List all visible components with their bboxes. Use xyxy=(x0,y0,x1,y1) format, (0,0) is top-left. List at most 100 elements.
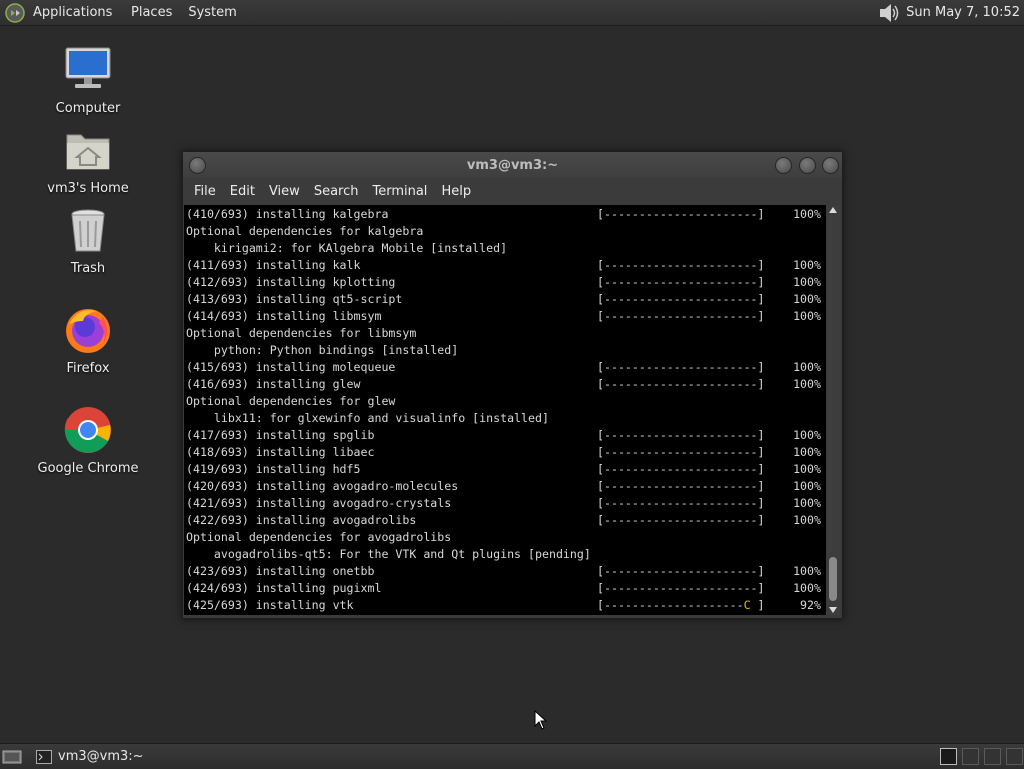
scroll-up-arrow-icon[interactable] xyxy=(829,207,837,213)
terminal-line: (413/693) installing qt5-script [--------… xyxy=(186,291,824,308)
terminal-line-text: (425/693) installing vtk xyxy=(186,598,354,612)
progress-bar-text: [----------------------] xyxy=(597,428,765,442)
speaker-icon[interactable] xyxy=(878,3,900,23)
menu-terminal[interactable]: Terminal xyxy=(365,184,434,199)
terminal-line-text: (413/693) installing qt5-script xyxy=(186,292,403,306)
progress-bar-end: ] xyxy=(750,598,765,612)
progress-percent: 100% xyxy=(793,496,821,510)
terminal-line: (421/693) installing avogadro-crystals [-… xyxy=(186,495,824,512)
menu-search[interactable]: Search xyxy=(307,184,366,199)
progress-cursor: C xyxy=(743,598,751,612)
mate-logo-icon[interactable] xyxy=(5,2,25,23)
chrome-icon xyxy=(64,407,111,453)
terminal-menubar: File Edit View Search Terminal Help xyxy=(183,178,842,204)
top-panel-tray: Sun May 7, 10:52 xyxy=(878,0,1020,25)
progress-percent: 100% xyxy=(793,292,821,306)
menu-file[interactable]: File xyxy=(187,184,223,199)
progress-bar-text: [----------------------] xyxy=(597,496,765,510)
workspace-4-button[interactable] xyxy=(1006,748,1023,765)
terminal-line-text: (416/693) installing glew xyxy=(186,377,361,391)
terminal-line: (415/693) installing molequeue [---------… xyxy=(186,359,824,376)
terminal-window[interactable]: vm3@vm3:~ File Edit View Search Terminal… xyxy=(182,151,843,619)
progress-percent: 100% xyxy=(793,581,821,595)
desktop-icon-label: Trash xyxy=(70,261,106,276)
terminal-line: (418/693) installing libaec [------------… xyxy=(186,444,824,461)
progress-bar-text: [----------------------] xyxy=(597,377,765,391)
terminal-line: Optional dependencies for avogadrolibs xyxy=(186,529,824,546)
terminal-line-text: (414/693) installing libmsym xyxy=(186,309,382,323)
window-menu-button[interactable] xyxy=(189,157,206,174)
home-folder-icon xyxy=(66,134,110,170)
terminal-line: (414/693) installing libmsym [-----------… xyxy=(186,308,824,325)
progress-bar-text: [----------------------] xyxy=(597,479,765,493)
bottom-panel: vm3@vm3:~ xyxy=(0,743,1024,769)
terminal-line-text: (410/693) installing kalgebra xyxy=(186,207,389,221)
progress-bar-text: [----------------------] xyxy=(597,275,765,289)
scroll-down-arrow-icon[interactable] xyxy=(829,607,837,613)
workspace-3-button[interactable] xyxy=(984,748,1001,765)
progress-bar-text: [----------------------] xyxy=(597,309,765,323)
terminal-line: (411/693) installing kalk [--------------… xyxy=(186,257,824,274)
terminal-line-text: (419/693) installing hdf5 xyxy=(186,462,361,476)
terminal-line-text: (418/693) installing libaec xyxy=(186,445,375,459)
terminal-line-text: Optional dependencies for avogadrolibs xyxy=(186,530,452,544)
show-desktop-icon[interactable] xyxy=(2,749,22,765)
terminal-scrollbar[interactable] xyxy=(827,205,840,615)
progress-percent: 100% xyxy=(793,275,821,289)
terminal-line: (420/693) installing avogadro-molecules [… xyxy=(186,478,824,495)
top-panel: Applications Places System Sun May 7, 10… xyxy=(0,0,1024,26)
menu-view[interactable]: View xyxy=(262,184,307,199)
system-menu[interactable]: System xyxy=(180,5,244,20)
desktop-icon-label: Google Chrome xyxy=(37,461,139,476)
terminal-line-text: python: Python bindings [installed] xyxy=(186,343,459,357)
applications-menu[interactable]: Applications xyxy=(33,5,123,20)
desktop-icon-computer[interactable]: Computer xyxy=(30,45,146,116)
scroll-thumb[interactable] xyxy=(829,557,837,601)
progress-percent: 92% xyxy=(800,598,821,612)
menu-help[interactable]: Help xyxy=(434,184,478,199)
terminal-line-text: avogadrolibs-qt5: For the VTK and Qt plu… xyxy=(186,547,591,561)
close-button[interactable] xyxy=(822,157,839,174)
terminal-titlebar[interactable]: vm3@vm3:~ xyxy=(183,152,842,178)
terminal-line-text: (423/693) installing onetbb xyxy=(186,564,375,578)
taskbar-terminal-button[interactable]: vm3@vm3:~ xyxy=(36,749,144,764)
desktop-icon-chrome[interactable]: Google Chrome xyxy=(30,405,146,476)
trash-icon xyxy=(71,209,105,252)
terminal-line: (412/693) installing kplotting [---------… xyxy=(186,274,824,291)
terminal-line-text: (421/693) installing avogadro-crystals xyxy=(186,496,452,510)
terminal-line: Optional dependencies for libmsym xyxy=(186,325,824,342)
terminal-line-text: kirigami2: for KAlgebra Mobile [installe… xyxy=(186,241,508,255)
firefox-icon xyxy=(66,309,110,353)
progress-bar-text: [--------------------C ] xyxy=(597,597,765,614)
progress-bar-dashes: [-------------------- xyxy=(597,598,744,612)
terminal-line: (423/693) installing onetbb [------------… xyxy=(186,563,824,580)
minimize-button[interactable] xyxy=(775,157,792,174)
progress-percent: 100% xyxy=(793,445,821,459)
progress-bar-text: [----------------------] xyxy=(597,360,765,374)
terminal-line: (422/693) installing avogadrolibs [------… xyxy=(186,512,824,529)
workspace-2-button[interactable] xyxy=(962,748,979,765)
menu-edit[interactable]: Edit xyxy=(223,184,262,199)
terminal-line-text: (415/693) installing molequeue xyxy=(186,360,396,374)
progress-percent: 100% xyxy=(793,513,821,527)
progress-bar-text: [----------------------] xyxy=(597,445,765,459)
terminal-line-text: (417/693) installing spglib xyxy=(186,428,375,442)
terminal-line: python: Python bindings [installed] xyxy=(186,342,824,359)
clock[interactable]: Sun May 7, 10:52 xyxy=(906,5,1020,20)
places-menu[interactable]: Places xyxy=(123,5,180,20)
terminal-line-text: libx11: for glxewinfo and visualinfo [in… xyxy=(186,411,549,425)
desktop-icon-home[interactable]: vm3's Home xyxy=(30,125,146,196)
terminal-line-text: (420/693) installing avogadro-molecules xyxy=(186,479,459,493)
progress-percent: 100% xyxy=(793,377,821,391)
progress-percent: 100% xyxy=(793,258,821,272)
maximize-button[interactable] xyxy=(799,157,816,174)
terminal-line: (417/693) installing spglib [------------… xyxy=(186,427,824,444)
desktop-icon-firefox[interactable]: Firefox xyxy=(30,305,146,376)
terminal-line: (425/693) installing vtk [---------------… xyxy=(186,597,824,614)
desktop-icon-trash[interactable]: Trash xyxy=(30,205,146,276)
mouse-pointer-icon xyxy=(534,710,548,730)
progress-bar-text: [----------------------] xyxy=(597,207,765,221)
progress-percent: 100% xyxy=(793,309,821,323)
workspace-1-button[interactable] xyxy=(940,748,957,765)
terminal-output[interactable]: (410/693) installing kalgebra [----------… xyxy=(184,205,826,615)
